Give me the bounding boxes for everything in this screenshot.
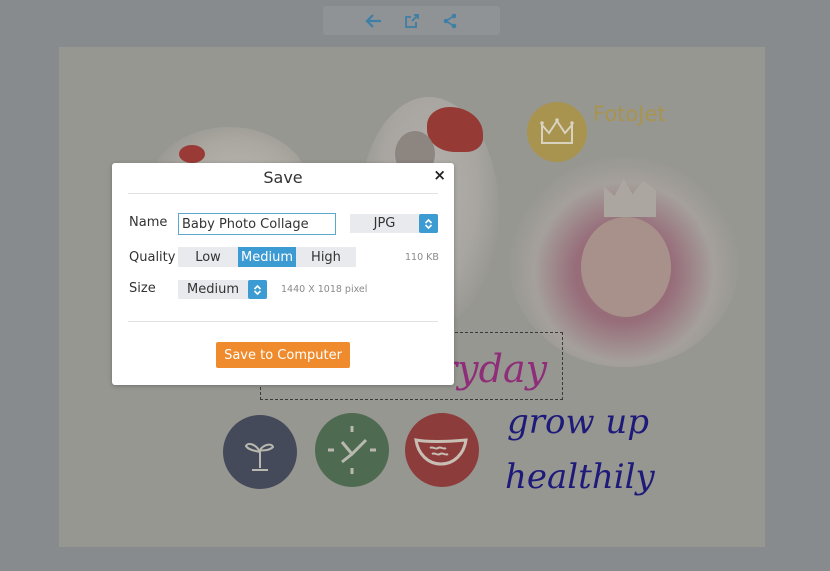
file-name-input[interactable]: [178, 213, 336, 235]
file-size: 110 KB: [405, 252, 439, 263]
fish-bowl-badge[interactable]: [405, 413, 479, 487]
format-select[interactable]: JPG: [350, 214, 438, 233]
share-icon: [443, 13, 456, 28]
quality-segmented-control: Low Medium High: [178, 247, 356, 267]
footer-divider: [128, 321, 438, 322]
crown: [604, 179, 656, 217]
size-value: Medium: [187, 282, 239, 297]
format-value: JPG: [373, 216, 396, 231]
quality-high-button[interactable]: High: [296, 247, 356, 267]
sprout-icon: [244, 443, 275, 471]
clock-icon: [328, 426, 376, 474]
quality-label: Quality: [129, 250, 176, 265]
dialog-title: Save: [263, 168, 303, 187]
title-divider: [128, 193, 438, 194]
quality-medium-button[interactable]: Medium: [238, 247, 296, 267]
top-toolbar: [323, 6, 500, 35]
sprout-badge[interactable]: [223, 415, 297, 489]
santa-hat: [427, 107, 483, 152]
open-button[interactable]: [403, 12, 421, 30]
fotojet-logo: [527, 102, 587, 162]
select-arrows-icon: [248, 280, 267, 299]
close-button[interactable]: ×: [433, 167, 446, 183]
size-select[interactable]: Medium: [178, 280, 267, 299]
arrow-left-icon: [364, 13, 381, 28]
save-to-computer-button[interactable]: Save to Computer: [216, 342, 350, 368]
save-dialog: Save × Name JPG Quality Low Medium High …: [112, 163, 454, 385]
open-external-icon: [404, 13, 419, 28]
clock-badge[interactable]: [315, 413, 389, 487]
healthily-text[interactable]: healthily: [505, 457, 655, 497]
fish-bowl-icon: [414, 438, 468, 466]
dimensions: 1440 X 1018 pixel: [281, 284, 368, 295]
quality-low-button[interactable]: Low: [178, 247, 238, 267]
fotojet-logo-text: FotoJet: [593, 102, 666, 126]
share-button[interactable]: [441, 12, 459, 30]
grow-up-text[interactable]: grow up: [507, 402, 649, 442]
baby-head: [581, 217, 671, 317]
crown-icon: [540, 118, 574, 144]
bow: [179, 145, 205, 163]
back-button[interactable]: [364, 12, 383, 30]
name-label: Name: [129, 215, 168, 230]
size-label: Size: [129, 281, 156, 296]
select-arrows-icon: [419, 214, 438, 233]
